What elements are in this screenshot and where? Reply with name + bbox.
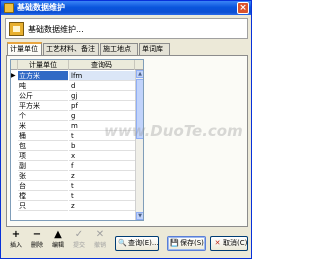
row-indicator [11, 202, 17, 210]
row-indicator [11, 152, 17, 160]
row-indicator [11, 82, 17, 90]
save-button[interactable]: 💾 保存(S) [167, 236, 206, 251]
cell-code[interactable]: pf [69, 101, 135, 111]
cell-unit[interactable]: 副 [18, 161, 68, 171]
cell-code[interactable]: x [69, 151, 135, 161]
row-indicator [11, 92, 17, 100]
scroll-thumb[interactable] [136, 79, 143, 139]
save-label: 保存(S) [180, 239, 204, 247]
cell-unit[interactable]: 樘 [18, 191, 68, 201]
units-grid[interactable]: 计量单位 查询码 ▶ 立方米 lfm 吨 d 公斤 gj 平方米 pf 个 g 米 m 桶 t 包 b 项 x 副 f 张… [10, 59, 144, 221]
cell-code[interactable]: z [69, 171, 135, 181]
cancel-label: 取消(C) [223, 239, 248, 247]
edit-button[interactable]: ▲ 编辑 [49, 229, 67, 255]
undo-label: 撤销 [93, 242, 106, 249]
vertical-scrollbar[interactable]: ▲ ▼ [135, 70, 143, 220]
search-icon: 🔍 [118, 239, 127, 247]
tab-panel: 计量单位 查询码 ▶ 立方米 lfm 吨 d 公斤 gj 平方米 pf 个 g 米 m 桶 t 包 b 项 x 副 f 张… [6, 55, 248, 227]
cell-code[interactable]: t [69, 131, 135, 141]
tab-units[interactable]: 计量单位 [7, 42, 42, 56]
cell-unit[interactable]: 包 [18, 141, 68, 151]
table-row[interactable]: 吨d [11, 81, 135, 91]
table-row[interactable]: 项x [11, 151, 135, 161]
cell-unit[interactable]: 立方米 [18, 71, 68, 81]
app-window: 基础数据维护 × 基础数据维护... 计量单位 工艺材料、备注 施工地点 单词库… [0, 0, 252, 259]
table-row[interactable]: 张z [11, 171, 135, 181]
title-bar[interactable]: 基础数据维护 × [1, 1, 251, 15]
cell-code[interactable]: lfm [69, 71, 135, 81]
table-row[interactable]: 平方米 pf [11, 101, 135, 111]
grid-header: 计量单位 查询码 [11, 60, 143, 70]
column-header-unit[interactable]: 计量单位 [18, 60, 69, 70]
cell-code[interactable]: d [69, 81, 135, 91]
cell-code[interactable]: m [69, 121, 135, 131]
check-icon: ✓ [74, 229, 84, 240]
cell-code[interactable]: f [69, 161, 135, 171]
table-row[interactable]: ▶ 立方米 lfm [11, 71, 135, 81]
save-icon: 💾 [170, 239, 179, 247]
window-title: 基础数据维护 [17, 3, 65, 12]
cell-unit[interactable]: 只 [18, 201, 68, 211]
cell-code[interactable]: gj [69, 91, 135, 101]
tab-wordbank[interactable]: 单词库 [139, 43, 170, 55]
cell-unit[interactable]: 个 [18, 111, 68, 121]
minus-icon: − [32, 229, 42, 240]
row-indicator [11, 182, 17, 190]
plus-icon: + [11, 229, 21, 240]
cancel-button[interactable]: ✕ 取消(C) [210, 236, 248, 251]
cell-code[interactable]: z [69, 201, 135, 211]
row-indicator [11, 102, 17, 110]
cell-unit[interactable]: 平方米 [18, 101, 68, 111]
edit-icon: ▲ [54, 229, 62, 240]
cell-unit[interactable]: 张 [18, 171, 68, 181]
close-button[interactable]: × [237, 2, 249, 14]
row-indicator [11, 162, 17, 170]
cell-code[interactable]: t [69, 191, 135, 201]
row-indicator-header [11, 60, 18, 70]
undo-button[interactable]: ✕ 撤销 [91, 229, 109, 255]
cell-code[interactable]: t [69, 181, 135, 191]
table-row[interactable]: 台t [11, 181, 135, 191]
row-indicator [11, 142, 17, 150]
header-text: 基础数据维护... [28, 25, 84, 34]
tab-materials[interactable]: 工艺材料、备注 [43, 43, 99, 55]
app-icon [4, 3, 14, 13]
cell-unit[interactable]: 台 [18, 181, 68, 191]
database-icon [9, 22, 24, 36]
row-indicator: ▶ [11, 72, 16, 79]
table-row[interactable]: 只z [11, 201, 135, 211]
cancel-icon: ✕ [214, 239, 221, 247]
table-row[interactable]: 桶t [11, 131, 135, 141]
cell-unit[interactable]: 米 [18, 121, 68, 131]
cell-unit[interactable]: 吨 [18, 81, 68, 91]
query-button[interactable]: 🔍 查询(E)... [115, 236, 159, 251]
cell-unit[interactable]: 公斤 [18, 91, 68, 101]
row-indicator [11, 122, 17, 130]
scroll-down-arrow-icon[interactable]: ▼ [136, 212, 143, 220]
table-row[interactable]: 副f [11, 161, 135, 171]
column-header-code[interactable]: 查询码 [69, 60, 135, 70]
table-row[interactable]: 包b [11, 141, 135, 151]
scroll-up-arrow-icon[interactable]: ▲ [136, 70, 143, 78]
table-row[interactable]: 樘t [11, 191, 135, 201]
row-indicator [11, 112, 17, 120]
row-indicator [11, 172, 17, 180]
table-row[interactable]: 公斤 gj [11, 91, 135, 101]
cell-code[interactable]: b [69, 141, 135, 151]
tab-locations[interactable]: 施工地点 [100, 43, 138, 55]
delete-button[interactable]: − 删除 [28, 229, 46, 255]
table-row[interactable]: 米m [11, 121, 135, 131]
cell-unit[interactable]: 项 [18, 151, 68, 161]
table-row[interactable]: 个g [11, 111, 135, 121]
query-label: 查询(E)... [128, 239, 159, 247]
row-indicator [11, 132, 17, 140]
submit-button[interactable]: ✓ 提交 [70, 229, 88, 255]
header-panel: 基础数据维护... [5, 18, 248, 39]
insert-button[interactable]: + 插入 [7, 229, 25, 255]
cell-code[interactable]: g [69, 111, 135, 121]
row-indicator [11, 192, 17, 200]
cell-unit[interactable]: 桶 [18, 131, 68, 141]
undo-icon: ✕ [95, 229, 105, 240]
